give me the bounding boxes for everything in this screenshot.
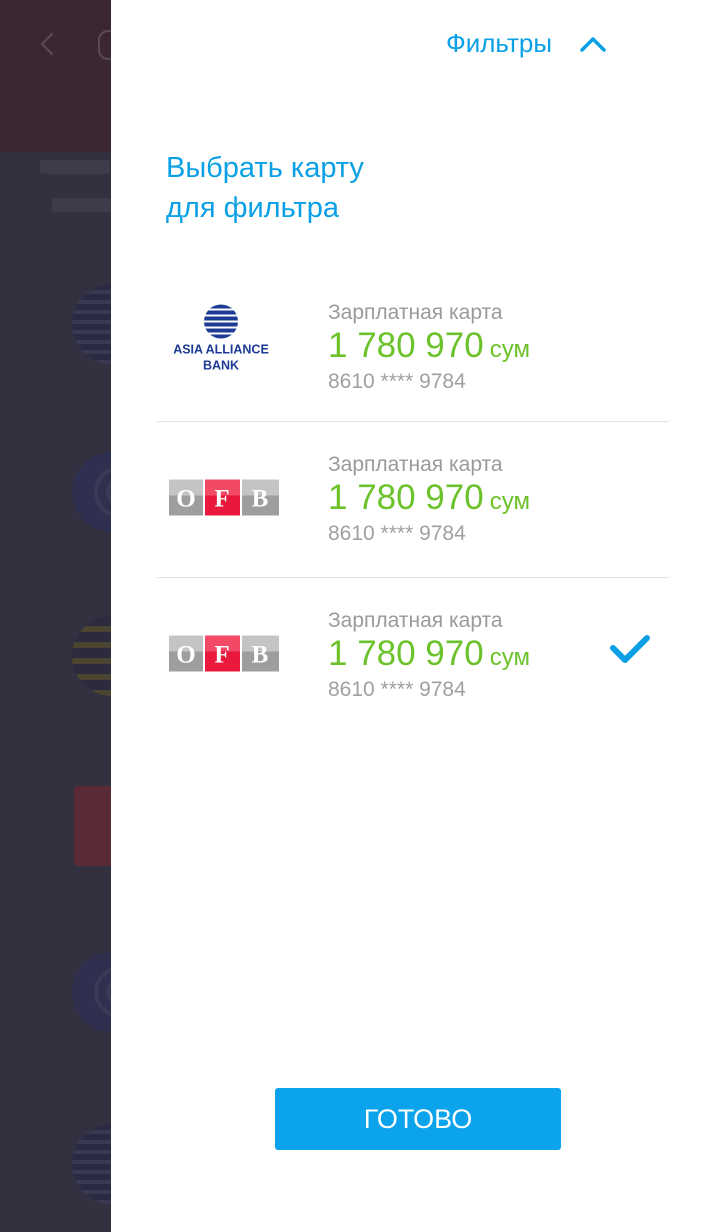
ofb-letter: F <box>214 641 229 668</box>
ofb-letter: O <box>176 485 195 512</box>
filter-panel: Фильтры Выбрать карту для фильтра ASIA A… <box>111 0 720 1232</box>
background-header <box>0 0 111 152</box>
card-item[interactable]: ASIA ALLIANCE BANK Зарплатная карта 1 78… <box>157 270 669 421</box>
background-bank-logo <box>74 786 111 866</box>
select-card-heading-line2: для фильтра <box>166 192 339 224</box>
background-app-overlay[interactable] <box>0 0 111 1232</box>
card-name: Зарплатная карта <box>328 453 503 476</box>
card-balance-amount: 1 780 970 <box>328 326 484 365</box>
card-balance: 1 780 970 сум <box>328 478 530 522</box>
card-balance: 1 780 970 сум <box>328 326 530 370</box>
card-name: Зарплатная карта <box>328 609 503 632</box>
card-number: 8610 **** 9784 <box>328 678 466 701</box>
card-info: Зарплатная карта 1 780 970 сум 8610 **** … <box>328 300 530 394</box>
ofb-letter: B <box>252 641 269 668</box>
card-number: 8610 **** 9784 <box>328 370 466 393</box>
done-button[interactable]: ГОТОВО <box>275 1088 561 1150</box>
filter-toggle[interactable]: Фильтры <box>446 28 606 59</box>
background-title-glyph <box>98 30 111 60</box>
background-text-line <box>52 198 111 212</box>
card-balance-amount: 1 780 970 <box>328 478 484 517</box>
card-balance-currency: сум <box>489 336 530 363</box>
chevron-up-icon[interactable] <box>580 31 606 57</box>
card-list: ASIA ALLIANCE BANK Зарплатная карта 1 78… <box>157 270 669 733</box>
select-card-heading: Выбрать карту для фильтра <box>166 148 364 228</box>
back-arrow-icon <box>40 32 64 56</box>
card-info: Зарплатная карта 1 780 970 сум 8610 **** … <box>328 452 530 546</box>
card-info: Зарплатная карта 1 780 970 сум 8610 **** … <box>328 608 530 702</box>
background-text-line <box>40 160 110 174</box>
card-item-selected[interactable]: O F B Зарплатная карта 1 780 970 сум 8610… <box>157 577 669 733</box>
ofb-letter: F <box>214 485 229 512</box>
card-balance-currency: сум <box>489 488 530 515</box>
card-item[interactable]: O F B Зарплатная карта 1 780 970 сум 8610… <box>157 421 669 577</box>
asia-alliance-bank-logo: ASIA ALLIANCE BANK <box>169 303 273 380</box>
asia-alliance-logo-text: ASIA ALLIANCE <box>173 342 269 356</box>
ofb-logo: O F B <box>169 479 279 520</box>
checkmark-icon <box>609 634 651 666</box>
asia-alliance-logo-subtext: BANK <box>203 358 239 372</box>
ofb-letter: O <box>176 641 195 668</box>
select-card-heading-line1: Выбрать карту <box>166 152 364 184</box>
ofb-letter: B <box>252 485 269 512</box>
filter-title: Фильтры <box>445 28 552 58</box>
card-balance-currency: сум <box>489 644 530 671</box>
card-name: Зарплатная карта <box>328 301 503 324</box>
card-number: 8610 **** 9784 <box>328 522 466 545</box>
card-balance: 1 780 970 сум <box>328 634 530 678</box>
ofb-logo: O F B <box>169 635 279 676</box>
card-balance-amount: 1 780 970 <box>328 634 484 673</box>
